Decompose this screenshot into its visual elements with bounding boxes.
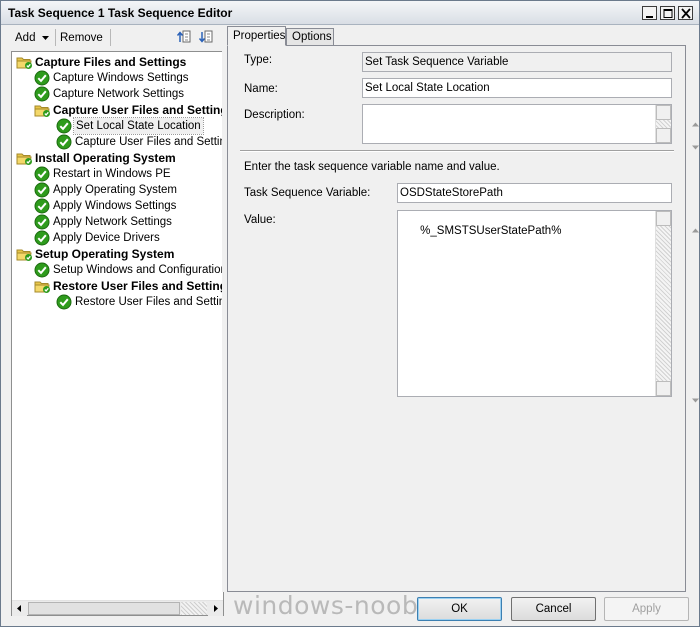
tree-item-label: Capture Windows Settings <box>53 72 189 84</box>
description-field[interactable] <box>362 104 699 150</box>
type-label: Type: <box>244 54 273 66</box>
tree-item-label: Apply Windows Settings <box>53 200 177 212</box>
value-field[interactable]: %_SMSTSUserStatePath% <box>397 210 699 403</box>
tab-options[interactable]: Options <box>286 28 334 46</box>
maximize-button[interactable] <box>660 6 675 20</box>
tree-item-label: Capture User Files and Settings <box>53 103 223 117</box>
scroll-down-icon <box>691 145 699 150</box>
scroll-right-button[interactable] <box>208 601 223 616</box>
cancel-button[interactable]: Cancel <box>511 597 596 621</box>
name-label: Name: <box>244 83 278 95</box>
green-check-icon <box>34 86 51 102</box>
add-label: Add <box>15 32 36 44</box>
maximize-icon <box>663 9 673 18</box>
chevron-down-icon <box>41 35 49 40</box>
folder-check-icon <box>16 54 33 70</box>
green-check-icon <box>34 182 51 198</box>
type-field: Set Task Sequence Variable <box>362 52 672 72</box>
move-down-icon <box>198 30 213 43</box>
green-check-icon <box>34 214 51 230</box>
tree-item-label: Capture Files and Settings <box>35 55 187 69</box>
tree-item-label: Apply Operating System <box>53 184 178 196</box>
left-pane: Add Remove Capture Files and Settings Ca… <box>7 26 224 616</box>
variable-field[interactable]: OSDStateStorePath <box>397 183 672 203</box>
folder-check-icon <box>34 102 51 118</box>
green-check-icon <box>34 262 51 278</box>
tree-item-label: Restart in Windows PE <box>53 168 171 180</box>
tree-item-label: Capture User Files and Settings <box>75 136 223 148</box>
tree-item-label: Setup Operating System <box>35 247 175 261</box>
task-sequence-editor-window: Task Sequence 1 Task Sequence Editor Add… <box>0 0 700 627</box>
value-text: %_SMSTSUserStatePath% <box>420 225 562 237</box>
close-icon <box>681 8 691 19</box>
section-divider <box>240 150 674 152</box>
scroll-up-icon <box>691 122 699 127</box>
toolbar-separator <box>55 29 56 46</box>
title-bar[interactable]: Task Sequence 1 Task Sequence Editor <box>1 1 699 25</box>
scroll-right-icon <box>214 605 218 612</box>
pane-splitter[interactable] <box>222 26 225 592</box>
folder-check-icon <box>16 150 33 166</box>
tree-items: Capture Files and Settings Capture Window… <box>12 52 223 582</box>
toolbar-separator <box>110 29 111 46</box>
move-down-button[interactable] <box>198 29 214 45</box>
scroll-left-button[interactable] <box>12 601 27 616</box>
move-up-icon <box>176 30 191 43</box>
folder-check-icon <box>16 246 33 262</box>
move-up-button[interactable] <box>176 29 192 45</box>
scroll-down-button[interactable] <box>656 381 699 403</box>
value-label: Value: <box>244 214 276 226</box>
window-title: Task Sequence 1 Task Sequence Editor <box>8 6 233 20</box>
scroll-down-icon <box>691 398 699 403</box>
minimize-icon <box>646 16 653 18</box>
green-check-icon <box>34 70 51 86</box>
tree-toolbar: Add Remove <box>7 26 221 50</box>
description-scrollbar[interactable] <box>655 105 699 150</box>
minimize-button[interactable] <box>642 6 657 20</box>
scroll-down-button[interactable] <box>656 128 699 150</box>
tab-properties[interactable]: Properties <box>227 26 286 46</box>
add-menu-button[interactable]: Add <box>15 29 50 47</box>
description-label: Description: <box>244 109 305 121</box>
properties-panel: Type: Set Task Sequence Variable Name: S… <box>227 45 699 592</box>
scroll-left-icon <box>17 605 21 612</box>
tree-item-label: Install Operating System <box>35 151 176 165</box>
value-scrollbar[interactable] <box>655 211 699 403</box>
scroll-up-icon <box>691 228 699 233</box>
green-check-icon <box>56 134 73 150</box>
folder-check-icon <box>34 278 51 294</box>
tree-item-label: Set Local State Location <box>73 117 204 135</box>
green-check-icon <box>34 198 51 214</box>
apply-button[interactable]: Apply <box>604 597 689 621</box>
tree-item-label: Capture Network Settings <box>53 88 185 100</box>
green-check-icon <box>56 118 73 134</box>
ok-button[interactable]: OK <box>417 597 502 621</box>
tree-item-label: Restore User Files and Settings <box>75 296 223 308</box>
task-sequence-tree[interactable]: Capture Files and Settings Capture Window… <box>11 51 224 616</box>
remove-button[interactable]: Remove <box>60 29 103 47</box>
green-check-icon <box>34 166 51 182</box>
scroll-up-button[interactable] <box>656 211 699 233</box>
tree-item-label: Setup Windows and Configuration <box>53 264 223 276</box>
name-field[interactable]: Set Local State Location <box>362 78 672 98</box>
close-button[interactable] <box>678 6 693 20</box>
scroll-up-button[interactable] <box>656 105 699 127</box>
green-check-icon <box>56 294 73 310</box>
variable-label: Task Sequence Variable: <box>244 187 371 199</box>
tree-item-label: Apply Device Drivers <box>53 232 160 244</box>
instruction-text: Enter the task sequence variable name an… <box>244 161 500 173</box>
scroll-thumb[interactable] <box>28 602 180 615</box>
tree-item-label: Apply Network Settings <box>53 216 172 228</box>
tree-horizontal-scrollbar[interactable] <box>12 600 223 616</box>
tree-item-label: Restore User Files and Settings <box>53 279 223 293</box>
green-check-icon <box>34 230 51 246</box>
scroll-track[interactable] <box>181 602 207 615</box>
